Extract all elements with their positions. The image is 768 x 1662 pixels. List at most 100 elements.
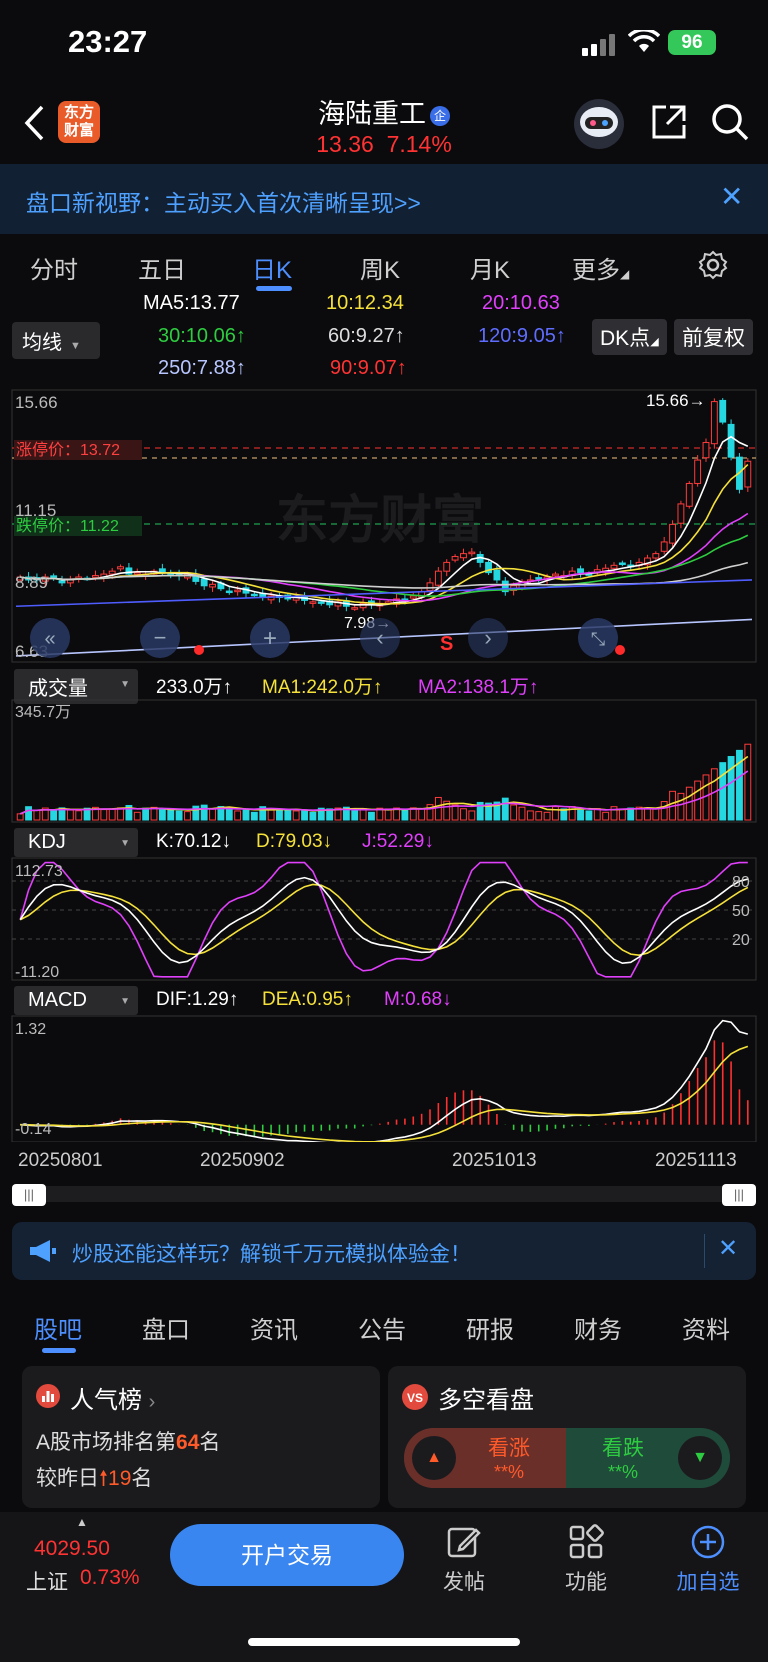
post-button[interactable]: 发帖 (424, 1524, 504, 1596)
tab-intraday[interactable]: 分时 (30, 250, 78, 285)
kdj-line (19, 883, 749, 956)
tab-announcements[interactable]: 公告 (358, 1310, 406, 1345)
candle-body (200, 578, 208, 587)
wifi-icon (628, 30, 660, 52)
macd-chart[interactable]: 1.32 -0.14 (0, 1014, 768, 1142)
candle-body (92, 575, 99, 578)
range-handle-right[interactable]: ||| (722, 1184, 756, 1206)
stock-price: 13.36 (316, 131, 374, 157)
macd-dea-text: DEA:0.95 (262, 989, 344, 1010)
promo-banner-text[interactable]: 盘口新视野：主动买入首次清晰呈现>> (26, 184, 421, 218)
volume-bar (75, 810, 83, 821)
tab-five-day[interactable]: 五日 (138, 250, 186, 285)
volume-bar (660, 801, 668, 821)
functions-button[interactable]: 功能 (546, 1524, 626, 1596)
ad-banner[interactable]: 炒股还能这样玩？解锁千万元模拟体验金！ ✕ (12, 1222, 756, 1280)
kdj-j: J:52.29↓ (362, 831, 434, 852)
limit-down-label: 跌停价：11.22 (16, 517, 119, 535)
volume-bar (33, 809, 41, 821)
volume-bar (158, 809, 166, 821)
volume-bar (301, 809, 308, 821)
rank-prefix: A股市场排名第 (36, 1431, 177, 1454)
volume-ma2-text: MA2:138.1万 (418, 677, 529, 698)
tab-pankou[interactable]: 盘口 (142, 1310, 190, 1345)
volume-bar (16, 813, 24, 821)
macd-dropdown[interactable]: MACD ▼ (14, 986, 138, 1015)
rank-change-suffix: 名 (131, 1467, 153, 1490)
scroll-right-glyph: › (484, 625, 491, 650)
tab-news[interactable]: 资讯 (250, 1310, 298, 1345)
close-icon[interactable]: ✕ (720, 180, 743, 213)
range-handle-left[interactable]: ||| (12, 1184, 46, 1206)
bull-arrow-icon[interactable]: ▲ (412, 1436, 456, 1480)
volume-bar (685, 786, 693, 821)
rank-suffix: 名 (199, 1431, 221, 1454)
popularity-title: 人气榜 › (70, 1380, 155, 1415)
tab-weekly-k[interactable]: 周K (360, 250, 400, 285)
volume-bar (284, 809, 292, 821)
kdj-k-text: K:70.12 (156, 831, 222, 852)
ad-text[interactable]: 炒股还能这样玩？解锁千万元模拟体验金！ (72, 1238, 471, 1268)
volume-ma1: MA1:242.0万↑ (262, 677, 383, 698)
bull-bear-card[interactable]: VS 多空看盘 ▲ ▼ 看涨 **% 看跌 **% (388, 1366, 746, 1508)
popularity-card[interactable]: 人气榜 › A股市场排名第64名 较昨日🠕19名 (22, 1366, 380, 1508)
kline-chart[interactable]: 东方财富 15.66 13.40 11.15 8.89 6.63 涨停价：13.… (0, 388, 768, 664)
tab-daily-k[interactable]: 日K (252, 250, 292, 285)
candle-body (577, 568, 584, 574)
add-watchlist-button[interactable]: 加自选 (668, 1524, 748, 1596)
tab-guba[interactable]: 股吧 (34, 1310, 82, 1345)
promo-banner[interactable]: 盘口新视野：主动买入首次清晰呈现>> ✕ (0, 164, 768, 234)
volume-bar (434, 796, 442, 821)
edit-icon (447, 1527, 481, 1558)
bull-label: 看涨 **% (488, 1432, 530, 1483)
volume-dropdown-label: 成交量 (28, 678, 88, 700)
volume-bar (677, 792, 685, 821)
close-icon[interactable]: ✕ (718, 1234, 738, 1263)
kdj-d-text: D:79.03 (256, 831, 323, 852)
watermark-text: 东方财富 (276, 492, 484, 550)
range-track[interactable] (12, 1186, 756, 1202)
x-tick-1: 20250801 (18, 1150, 103, 1171)
megaphone-icon (30, 1240, 56, 1262)
macd-frame (11, 1015, 757, 1142)
period-tabs: 分时 五日 日K 周K 月K 更多◢ (0, 238, 768, 294)
kdj-chart[interactable]: 112.73 -11.20 80 50 20 (0, 856, 768, 982)
tab-research[interactable]: 研报 (466, 1310, 514, 1345)
volume-chart[interactable]: 345.7万 (0, 698, 768, 824)
kdj-tick-20: 20 (732, 932, 750, 949)
volume-bar (133, 811, 141, 821)
post-label: 发帖 (443, 1571, 485, 1594)
volume-bar (552, 806, 559, 821)
robot-assistant-icon[interactable] (572, 98, 626, 150)
volume-bar (535, 811, 543, 821)
search-icon[interactable] (710, 102, 750, 142)
kdj-dropdown[interactable]: KDJ ▼ (14, 828, 138, 857)
bear-arrow-icon[interactable]: ▼ (678, 1436, 722, 1480)
candle-body (351, 607, 359, 610)
tab-profile[interactable]: 资料 (682, 1310, 730, 1345)
y-tick-top: 15.66 (15, 393, 58, 412)
tab-finance[interactable]: 财务 (574, 1310, 622, 1345)
index-value[interactable]: 4029.50 (34, 1537, 110, 1561)
adjust-button[interactable]: 前复权 (674, 319, 753, 355)
tab-more[interactable]: 更多◢ (572, 250, 629, 285)
volume-value: 233.0万↑ (156, 677, 233, 698)
ma-dropdown[interactable]: 均线 ▼ (12, 322, 100, 359)
volume-bar (652, 808, 660, 821)
open-account-button[interactable]: 开户交易 (170, 1524, 404, 1586)
index-name[interactable]: 上证 (26, 1566, 68, 1596)
tab-monthly-k[interactable]: 月K (470, 250, 510, 285)
macd-dif-text: DIF:1.29 (156, 989, 229, 1010)
kdj-j-text: J:52.29 (362, 831, 425, 852)
dk-point-button[interactable]: DK点◢ (592, 319, 667, 355)
dropdown-caret-icon: ▼ (120, 679, 130, 690)
volume-frame (11, 699, 757, 823)
macd-m: M:0.68↓ (384, 989, 452, 1010)
index-change-pct[interactable]: 0.73% (80, 1566, 140, 1590)
share-icon[interactable] (650, 103, 688, 141)
candle-body (409, 595, 417, 599)
volume-bar (368, 811, 375, 821)
macd-m-text: M:0.68 (384, 989, 443, 1010)
kdj-tick-80: 80 (732, 874, 750, 891)
settings-gear-icon[interactable] (698, 250, 728, 280)
